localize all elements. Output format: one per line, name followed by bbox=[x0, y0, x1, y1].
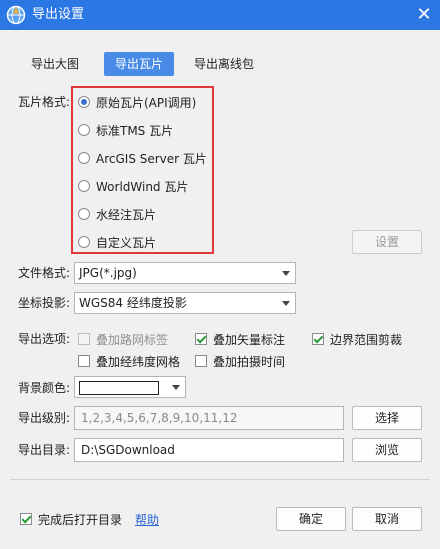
chevron-down-icon bbox=[172, 385, 180, 390]
radio-icon bbox=[78, 152, 90, 164]
tab-export-offline-package[interactable]: 导出离线包 bbox=[186, 52, 262, 76]
export-dir-field[interactable]: D:\SGDownload bbox=[74, 438, 344, 462]
color-swatch bbox=[79, 381, 159, 395]
checkbox-label: 边界范围剪裁 bbox=[330, 332, 403, 347]
window-title: 导出设置 bbox=[32, 7, 85, 22]
radio-label: 水经注瓦片 bbox=[96, 207, 157, 222]
tile-format-label: 瓦片格式: bbox=[18, 95, 71, 109]
export-level-field[interactable]: 1,2,3,4,5,6,7,8,9,10,11,12 bbox=[74, 406, 344, 430]
checkbox-open-dir-after[interactable]: 完成后打开目录 bbox=[20, 511, 122, 527]
checkbox-icon bbox=[195, 355, 207, 367]
projection-select[interactable]: WGS84 经纬度投影 bbox=[74, 292, 296, 314]
footer-divider bbox=[10, 479, 430, 480]
checkbox-boundary-clip[interactable]: 边界范围剪裁 bbox=[312, 331, 402, 347]
export-level-label: 导出级别: bbox=[18, 411, 71, 425]
select-level-button[interactable]: 选择 bbox=[352, 406, 422, 430]
radio-original-tiles[interactable]: 原始瓦片(API调用) bbox=[78, 93, 196, 111]
checkbox-label: 叠加矢量标注 bbox=[213, 332, 286, 347]
browse-button[interactable]: 浏览 bbox=[352, 438, 422, 462]
file-format-value: JPG(*.jpg) bbox=[79, 266, 137, 280]
checkbox-checked-icon bbox=[20, 513, 32, 525]
projection-value: WGS84 经纬度投影 bbox=[79, 296, 187, 310]
radio-label: ArcGIS Server 瓦片 bbox=[96, 151, 207, 166]
checkbox-label: 叠加路网标签 bbox=[96, 332, 169, 347]
radio-icon bbox=[78, 208, 90, 220]
checkbox-overlay-latlon-grid[interactable]: 叠加经纬度网格 bbox=[78, 353, 180, 369]
checkbox-label: 叠加拍摄时间 bbox=[213, 354, 286, 369]
radio-selected-icon bbox=[78, 96, 90, 108]
file-format-label: 文件格式: bbox=[18, 266, 71, 280]
file-format-select[interactable]: JPG(*.jpg) bbox=[74, 262, 296, 284]
ok-button[interactable]: 确定 bbox=[276, 507, 346, 531]
globe-app-icon bbox=[6, 5, 26, 25]
radio-arcgis-server[interactable]: ArcGIS Server 瓦片 bbox=[78, 149, 207, 167]
settings-button[interactable]: 设置 bbox=[352, 230, 422, 254]
radio-label: WorldWind 瓦片 bbox=[96, 179, 189, 194]
radio-worldwind[interactable]: WorldWind 瓦片 bbox=[78, 177, 188, 195]
tile-format-highlight-box bbox=[71, 86, 214, 254]
checkbox-icon bbox=[78, 333, 90, 345]
title-bar: 导出设置 ✕ bbox=[0, 0, 440, 30]
radio-label: 原始瓦片(API调用) bbox=[96, 95, 197, 110]
checkbox-overlay-vector-labels[interactable]: 叠加矢量标注 bbox=[195, 331, 285, 347]
radio-custom-tiles[interactable]: 自定义瓦片 bbox=[78, 233, 156, 251]
radio-label: 自定义瓦片 bbox=[96, 235, 157, 250]
tab-export-large-image[interactable]: 导出大图 bbox=[20, 52, 90, 76]
checkbox-label: 叠加经纬度网格 bbox=[96, 354, 181, 369]
checkbox-overlay-capture-time[interactable]: 叠加拍摄时间 bbox=[195, 353, 285, 369]
radio-icon bbox=[78, 236, 90, 248]
radio-standard-tms[interactable]: 标准TMS 瓦片 bbox=[78, 121, 173, 139]
help-link[interactable]: 帮助 bbox=[135, 511, 159, 528]
close-icon[interactable]: ✕ bbox=[414, 5, 434, 25]
background-color-label: 背景颜色: bbox=[18, 381, 71, 395]
checkbox-label: 完成后打开目录 bbox=[38, 512, 123, 527]
dialog-body: 导出大图 导出瓦片 导出离线包 瓦片格式: 原始瓦片(API调用) 标准TMS … bbox=[0, 30, 440, 549]
export-options-label: 导出选项: bbox=[18, 332, 71, 346]
radio-label: 标准TMS 瓦片 bbox=[96, 123, 174, 138]
radio-icon bbox=[78, 180, 90, 192]
checkbox-icon bbox=[78, 355, 90, 367]
checkbox-checked-icon bbox=[195, 333, 207, 345]
checkbox-overlay-road-labels[interactable]: 叠加路网标签 bbox=[78, 331, 168, 347]
chevron-down-icon bbox=[282, 271, 290, 276]
checkbox-checked-icon bbox=[312, 333, 324, 345]
radio-icon bbox=[78, 124, 90, 136]
chevron-down-icon bbox=[282, 301, 290, 306]
background-color-picker[interactable] bbox=[74, 376, 186, 398]
projection-label: 坐标投影: bbox=[18, 296, 71, 310]
tab-export-tiles[interactable]: 导出瓦片 bbox=[104, 52, 174, 76]
radio-shuijingzhu[interactable]: 水经注瓦片 bbox=[78, 205, 156, 223]
export-dir-label: 导出目录: bbox=[18, 443, 71, 457]
cancel-button[interactable]: 取消 bbox=[352, 507, 422, 531]
